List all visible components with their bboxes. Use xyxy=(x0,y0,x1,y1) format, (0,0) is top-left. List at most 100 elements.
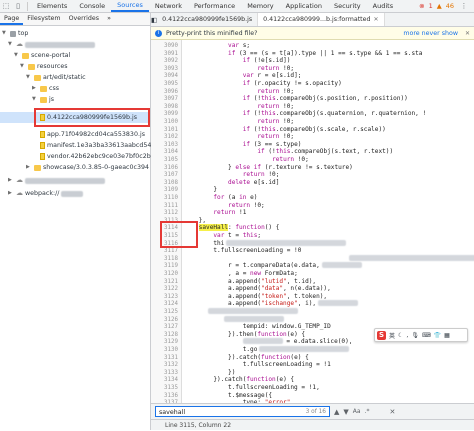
editor-tab-minified[interactable]: 0.4122cca980999fe1569b.js xyxy=(157,13,259,26)
chevron-down-icon: ▼ xyxy=(14,52,18,58)
tab-overrides[interactable]: Overrides xyxy=(65,13,104,25)
tree-node-vendor-file[interactable]: vendor.42b62ebc9ce03e7bf0c2b.js xyxy=(40,151,158,162)
ime-toolbar: S 英 ☾ , 🎙 ⌨ 👕 ▦ xyxy=(374,328,468,342)
device-toggle-icon[interactable]: ▯ xyxy=(12,0,24,12)
error-icon[interactable]: ⊗ xyxy=(419,2,424,10)
chevron-down-icon: ▼ xyxy=(20,63,24,69)
folder-icon xyxy=(34,74,41,81)
editor-tab-formatted[interactable]: 0.4122cca980999...b.js:formatted ✕ xyxy=(258,13,385,26)
file-navigator: Page Filesystem Overrides » ▼ top ▼ ☁ ▼ … xyxy=(0,13,162,430)
divider xyxy=(27,1,28,11)
tree-node-top[interactable]: ▼ top xyxy=(2,28,28,39)
folder-icon xyxy=(34,164,41,171)
comma-icon[interactable]: , xyxy=(406,332,408,339)
folder-icon xyxy=(22,52,29,59)
tree-node-js[interactable]: ▼ js xyxy=(32,94,54,105)
folder-icon xyxy=(40,85,47,92)
ime-language[interactable]: 英 xyxy=(389,331,395,340)
never-show-link[interactable]: never show xyxy=(422,30,458,37)
tree-node-css[interactable]: ▶ css xyxy=(32,83,59,94)
editor-tab-label: 0.4122cca980999...b.js:formatted xyxy=(263,16,371,23)
tab-elements[interactable]: Elements xyxy=(31,0,73,12)
tree-label: webpack:// xyxy=(25,190,60,197)
tree-node-resources[interactable]: ▼ resources xyxy=(20,61,68,72)
tree-node-scene-portal[interactable]: ▼ scene-portal xyxy=(14,50,70,61)
status-counters: ⊗ 1 ▲ 46 ⋮ xyxy=(419,0,474,12)
search-bar: savehall 3 of 16 ▲ ▼ Aa .* ✕ xyxy=(151,403,474,419)
editor-tabs: ◧ 0.4122cca980999fe1569b.js 0.4122cca980… xyxy=(151,13,474,27)
cancel-icon[interactable]: ✕ xyxy=(389,408,395,416)
keyboard-icon[interactable]: ⌨ xyxy=(422,332,431,339)
regex-icon[interactable]: .* xyxy=(365,408,370,415)
tab-security[interactable]: Security xyxy=(328,0,367,12)
moon-icon[interactable]: ☾ xyxy=(398,332,403,339)
status-bar: Line 3115, Column 22 xyxy=(151,419,474,430)
redacted-host xyxy=(25,41,95,48)
search-input[interactable]: savehall 3 of 16 xyxy=(155,406,330,417)
chevron-down-icon: ▼ xyxy=(32,96,36,102)
js-file-icon xyxy=(40,142,45,149)
cloud-icon: ☁ xyxy=(16,176,23,184)
mic-icon[interactable]: 🎙 xyxy=(411,332,419,339)
frame-icon xyxy=(10,30,16,37)
infobar-links: more never show xyxy=(403,30,458,37)
tree-node-manifest-file[interactable]: manifest.1e3a3ba33613aabcd549.js xyxy=(40,140,162,151)
pretty-print-infobar: i Pretty-print this minified file? more … xyxy=(151,27,474,40)
tab-page[interactable]: Page xyxy=(0,13,24,25)
chevron-right-icon: ▶ xyxy=(26,164,30,170)
editor-tab-label: 0.4122cca980999fe1569b.js xyxy=(162,16,253,23)
tree-label: manifest.1e3a3ba33613aabcd549.js xyxy=(47,142,163,149)
tree-node-art[interactable]: ▼ art/edit/static xyxy=(26,72,86,83)
tab-audits[interactable]: Audits xyxy=(367,0,399,12)
tree-node-host[interactable]: ▼ ☁ xyxy=(8,39,95,50)
tab-sources[interactable]: Sources xyxy=(111,0,149,12)
chevron-right-icon: ▶ xyxy=(32,85,36,91)
info-icon: i xyxy=(155,29,162,37)
more-options-icon[interactable]: ⋮ xyxy=(458,0,470,12)
shirt-icon[interactable]: 👕 xyxy=(434,332,441,339)
folder-icon xyxy=(40,96,47,103)
tab-console[interactable]: Console xyxy=(73,0,111,12)
tab-performance[interactable]: Performance xyxy=(188,0,241,12)
chevron-down-icon: ▼ xyxy=(8,41,12,47)
code-area[interactable]: 3090 var s; 3091 if (3 == (s = t[a]).type… xyxy=(151,40,474,418)
tree-label: vendor.42b62ebc9ce03e7bf0c2b.js xyxy=(47,153,158,160)
code-editor: ◧ 0.4122cca980999fe1569b.js 0.4122cca980… xyxy=(151,13,474,430)
annotation-box xyxy=(160,221,198,248)
chevron-right-icon[interactable]: » xyxy=(103,13,115,25)
js-file-icon xyxy=(40,153,45,160)
tree-node-webpack[interactable]: ▶ ☁ webpack:// xyxy=(8,188,84,199)
warning-icon[interactable]: ▲ xyxy=(437,2,442,10)
tree-label: resources xyxy=(37,63,68,70)
navigator-tabs: Page Filesystem Overrides » xyxy=(0,13,150,26)
cloud-icon: ☁ xyxy=(16,40,23,48)
sogou-logo-icon[interactable]: S xyxy=(377,330,386,340)
tree-node-showcase[interactable]: ▶ showcase/3.0.3.85-0-gaeac0c394 xyxy=(26,162,149,173)
close-icon[interactable]: ✕ xyxy=(465,30,470,37)
tree-node-app-file[interactable]: app.71f04982cd04ca553830.js xyxy=(40,129,145,140)
infobar-text: Pretty-print this minified file? xyxy=(166,29,258,37)
cloud-icon: ☁ xyxy=(16,189,23,197)
tab-network[interactable]: Network xyxy=(149,0,188,12)
chevron-right-icon: ▶ xyxy=(8,190,12,196)
chevron-down-icon[interactable]: ▼ xyxy=(343,408,348,416)
chevron-up-icon[interactable]: ▲ xyxy=(334,408,339,416)
error-count: 1 xyxy=(428,2,433,10)
tab-application[interactable]: Application xyxy=(280,0,328,12)
match-case-icon[interactable]: Aa xyxy=(353,408,361,415)
tree-node-host-2[interactable]: ▶ ☁ xyxy=(8,175,105,186)
tree-label: art/edit/static xyxy=(43,74,86,81)
more-link[interactable]: more xyxy=(403,30,419,37)
chevron-down-icon: ▼ xyxy=(2,30,6,36)
tree-label: js xyxy=(49,96,55,103)
devtools-toolbar: ⬚ ▯ Elements Console Sources Network Per… xyxy=(0,0,474,13)
tab-memory[interactable]: Memory xyxy=(241,0,279,12)
inspect-icon[interactable]: ⬚ xyxy=(0,0,12,12)
folder-icon xyxy=(28,63,35,70)
tab-filesystem[interactable]: Filesystem xyxy=(23,13,64,25)
grid-icon[interactable]: ▦ xyxy=(444,332,450,339)
close-icon[interactable]: ✕ xyxy=(374,13,379,26)
search-value: savehall xyxy=(159,409,186,416)
js-file-icon xyxy=(40,131,45,138)
cursor-position: Line 3115, Column 22 xyxy=(165,422,232,429)
